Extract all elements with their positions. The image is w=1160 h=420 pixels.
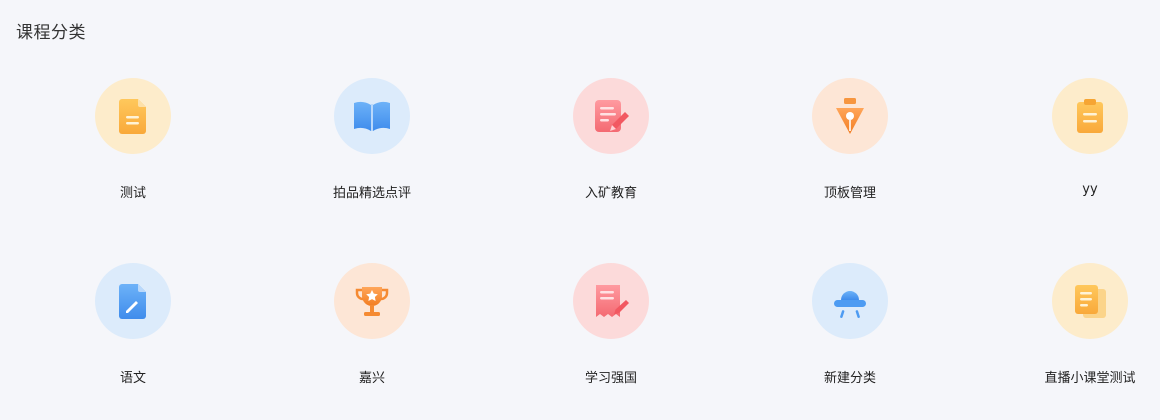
- pen-nib-icon: [812, 78, 888, 154]
- category-item[interactable]: yy: [1010, 78, 1160, 218]
- category-label: 直播小课堂测试: [1044, 371, 1136, 386]
- category-label: 嘉兴: [358, 371, 385, 386]
- category-label: 测试: [119, 186, 146, 201]
- category-label: 学习强国: [584, 371, 637, 386]
- ufo-lamp-icon: [812, 263, 888, 339]
- clipboard-icon: [1052, 78, 1128, 154]
- document-icon: [95, 78, 171, 154]
- category-label: 入矿教育: [584, 186, 637, 201]
- category-item[interactable]: 语文: [53, 263, 213, 403]
- category-item[interactable]: 直播小课堂测试: [1010, 263, 1160, 403]
- category-label: 语文: [119, 371, 146, 386]
- category-label: 拍品精选点评: [332, 186, 411, 201]
- category-item[interactable]: 入矿教育: [531, 78, 691, 218]
- note-pencil-icon: [573, 78, 649, 154]
- category-label: 新建分类: [823, 371, 876, 386]
- category-label: yy: [1082, 182, 1098, 197]
- category-item[interactable]: 顶板管理: [770, 78, 930, 218]
- category-item[interactable]: 新建分类: [770, 263, 930, 403]
- category-item[interactable]: 嘉兴: [292, 263, 452, 403]
- file-edit-icon: [95, 263, 171, 339]
- category-grid: 测试 拍品精选点评 入矿教育 顶板管理 yy 语文 嘉兴 学习强国 新建分类 直…: [0, 0, 1160, 420]
- certificate-icon: [573, 263, 649, 339]
- category-item[interactable]: 测试: [53, 78, 213, 218]
- open-book-icon: [334, 78, 410, 154]
- category-label: 顶板管理: [823, 186, 876, 201]
- trophy-icon: [334, 263, 410, 339]
- stacked-pages-icon: [1052, 263, 1128, 339]
- category-item[interactable]: 拍品精选点评: [292, 78, 452, 218]
- category-item[interactable]: 学习强国: [531, 263, 691, 403]
